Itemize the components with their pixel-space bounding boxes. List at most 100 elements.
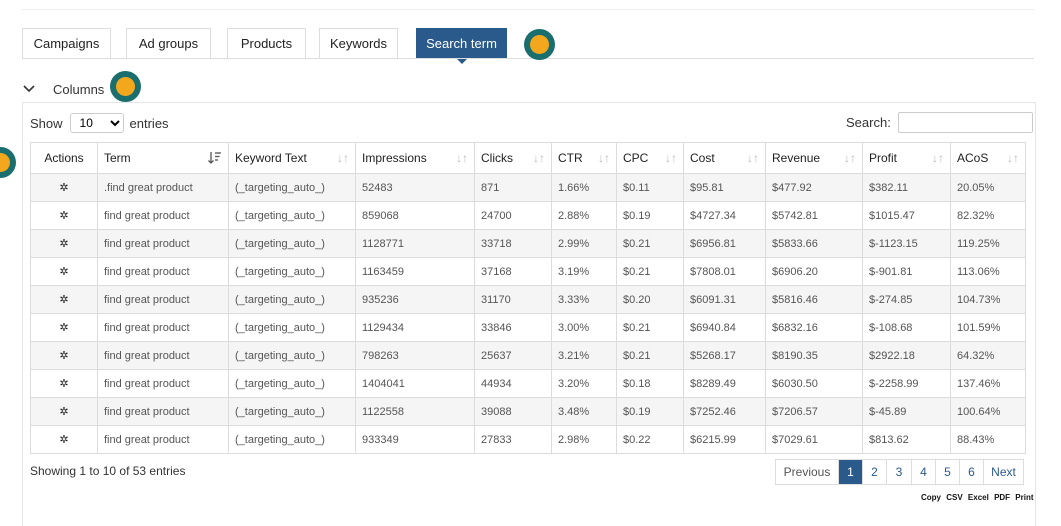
table-row: ✲ find great product (_targeting_auto_) 798…: [30, 341, 1026, 370]
cell-keyword: (_targeting_auto_): [228, 173, 356, 202]
hotspot-marker[interactable]: [0, 147, 16, 178]
column-header-clicks[interactable]: Clicks ↓↑: [474, 142, 552, 174]
copy-button[interactable]: Copy: [921, 493, 941, 502]
cell-ctr: 3.19%: [551, 257, 617, 286]
cell-revenue: $5833.66: [765, 229, 863, 258]
gear-icon[interactable]: ✲: [30, 313, 98, 342]
tab-keywords[interactable]: Keywords: [319, 28, 398, 59]
gear-icon[interactable]: ✲: [30, 397, 98, 426]
column-header-acos[interactable]: ACoS ↓↑: [950, 142, 1026, 174]
cell-revenue: $5816.46: [765, 285, 863, 314]
page-button-2[interactable]: 2: [862, 460, 886, 484]
cell-cost: $4727.34: [683, 201, 766, 230]
pdf-button[interactable]: PDF: [994, 493, 1010, 502]
gear-icon[interactable]: ✲: [30, 173, 98, 202]
cell-ctr: 3.00%: [551, 313, 617, 342]
cell-keyword: (_targeting_auto_): [228, 397, 356, 426]
gear-icon[interactable]: ✲: [30, 369, 98, 398]
cell-cpc: $0.19: [616, 397, 684, 426]
cell-cpc: $0.20: [616, 285, 684, 314]
gear-icon[interactable]: ✲: [30, 257, 98, 286]
table-row: ✲ find great product (_targeting_auto_) 112…: [30, 229, 1026, 258]
page-button-5[interactable]: 5: [935, 460, 959, 484]
cell-profit: $1015.47: [862, 201, 951, 230]
cell-impressions: 52483: [355, 173, 475, 202]
cell-cost: $7252.46: [683, 397, 766, 426]
column-header-term[interactable]: Term: [97, 142, 229, 174]
search-label: Search:: [846, 115, 891, 130]
sort-icon: ↓↑: [932, 151, 944, 165]
show-label: Show: [30, 115, 63, 131]
cell-acos: 100.64%: [950, 397, 1026, 426]
previous-page-button[interactable]: Previous: [776, 460, 838, 484]
cell-clicks: 25637: [474, 341, 552, 370]
page-length-select[interactable]: 10: [69, 113, 124, 133]
cell-ctr: 2.98%: [551, 425, 617, 454]
column-header-cost[interactable]: Cost ↓↑: [683, 142, 766, 174]
gear-icon[interactable]: ✲: [30, 201, 98, 230]
column-header-revenue[interactable]: Revenue ↓↑: [765, 142, 863, 174]
next-page-button[interactable]: Next: [983, 460, 1023, 484]
cell-term: find great product: [97, 397, 229, 426]
page-button-6[interactable]: 6: [959, 460, 983, 484]
tab-search-term[interactable]: Search term: [416, 28, 507, 64]
cell-cost: $6091.31: [683, 285, 766, 314]
cell-acos: 119.25%: [950, 229, 1026, 258]
search-term-table: Actions Term Keyword Text ↓↑ Impressions ↓…: [30, 142, 1026, 454]
cell-acos: 82.32%: [950, 201, 1026, 230]
cell-clicks: 39088: [474, 397, 552, 426]
tab-campaigns[interactable]: Campaigns: [22, 28, 111, 59]
cell-impressions: 933349: [355, 425, 475, 454]
page-length-control: Show 10 entries: [30, 113, 169, 133]
page-button-4[interactable]: 4: [911, 460, 935, 484]
search-input[interactable]: [897, 112, 1033, 133]
cell-profit: $-901.81: [862, 257, 951, 286]
table-row: ✲ find great product (_targeting_auto_) 859…: [30, 201, 1026, 230]
cell-keyword: (_targeting_auto_): [228, 201, 356, 230]
page-button-1[interactable]: 1: [838, 460, 862, 484]
cell-profit: $2922.18: [862, 341, 951, 370]
cell-acos: 64.32%: [950, 341, 1026, 370]
sort-icon: ↓↑: [598, 151, 610, 165]
cell-cost: $6956.81: [683, 229, 766, 258]
cell-clicks: 37168: [474, 257, 552, 286]
cell-term: find great product: [97, 425, 229, 454]
cell-revenue: $8190.35: [765, 341, 863, 370]
cell-profit: $382.11: [862, 173, 951, 202]
cell-clicks: 33718: [474, 229, 552, 258]
column-header-ctr[interactable]: CTR ↓↑: [551, 142, 617, 174]
cell-impressions: 1404041: [355, 369, 475, 398]
columns-label: Columns: [53, 81, 105, 97]
page-button-3[interactable]: 3: [886, 460, 911, 484]
cell-term: find great product: [97, 313, 229, 342]
cell-keyword: (_targeting_auto_): [228, 229, 356, 258]
cell-clicks: 27833: [474, 425, 552, 454]
column-header-cpc[interactable]: CPC ↓↑: [616, 142, 684, 174]
gear-icon[interactable]: ✲: [30, 229, 98, 258]
table-search: Search:: [846, 112, 1033, 133]
hotspot-marker[interactable]: [110, 71, 141, 102]
cell-profit: $-1123.15: [862, 229, 951, 258]
gear-icon[interactable]: ✲: [30, 341, 98, 370]
cell-term: find great product: [97, 229, 229, 258]
cell-clicks: 24700: [474, 201, 552, 230]
column-header-profit[interactable]: Profit ↓↑: [862, 142, 951, 174]
column-header-impressions[interactable]: Impressions ↓↑: [355, 142, 475, 174]
hotspot-marker[interactable]: [524, 29, 555, 60]
csv-button[interactable]: CSV: [946, 493, 962, 502]
cell-cost: $95.81: [683, 173, 766, 202]
gear-icon[interactable]: ✲: [30, 425, 98, 454]
gear-icon[interactable]: ✲: [30, 285, 98, 314]
tab-products[interactable]: Products: [227, 28, 306, 59]
cell-profit: $-45.89: [862, 397, 951, 426]
cell-revenue: $5742.81: [765, 201, 863, 230]
table-info: Showing 1 to 10 of 53 entries: [30, 464, 186, 478]
cell-ctr: 3.33%: [551, 285, 617, 314]
cell-profit: $813.62: [862, 425, 951, 454]
excel-button[interactable]: Excel: [968, 493, 989, 502]
cell-cost: $6215.99: [683, 425, 766, 454]
columns-toggle[interactable]: Columns: [22, 78, 104, 100]
column-header-keyword-text[interactable]: Keyword Text ↓↑: [228, 142, 356, 174]
tab-ad-groups[interactable]: Ad groups: [126, 28, 211, 59]
print-button[interactable]: Print: [1015, 493, 1033, 502]
